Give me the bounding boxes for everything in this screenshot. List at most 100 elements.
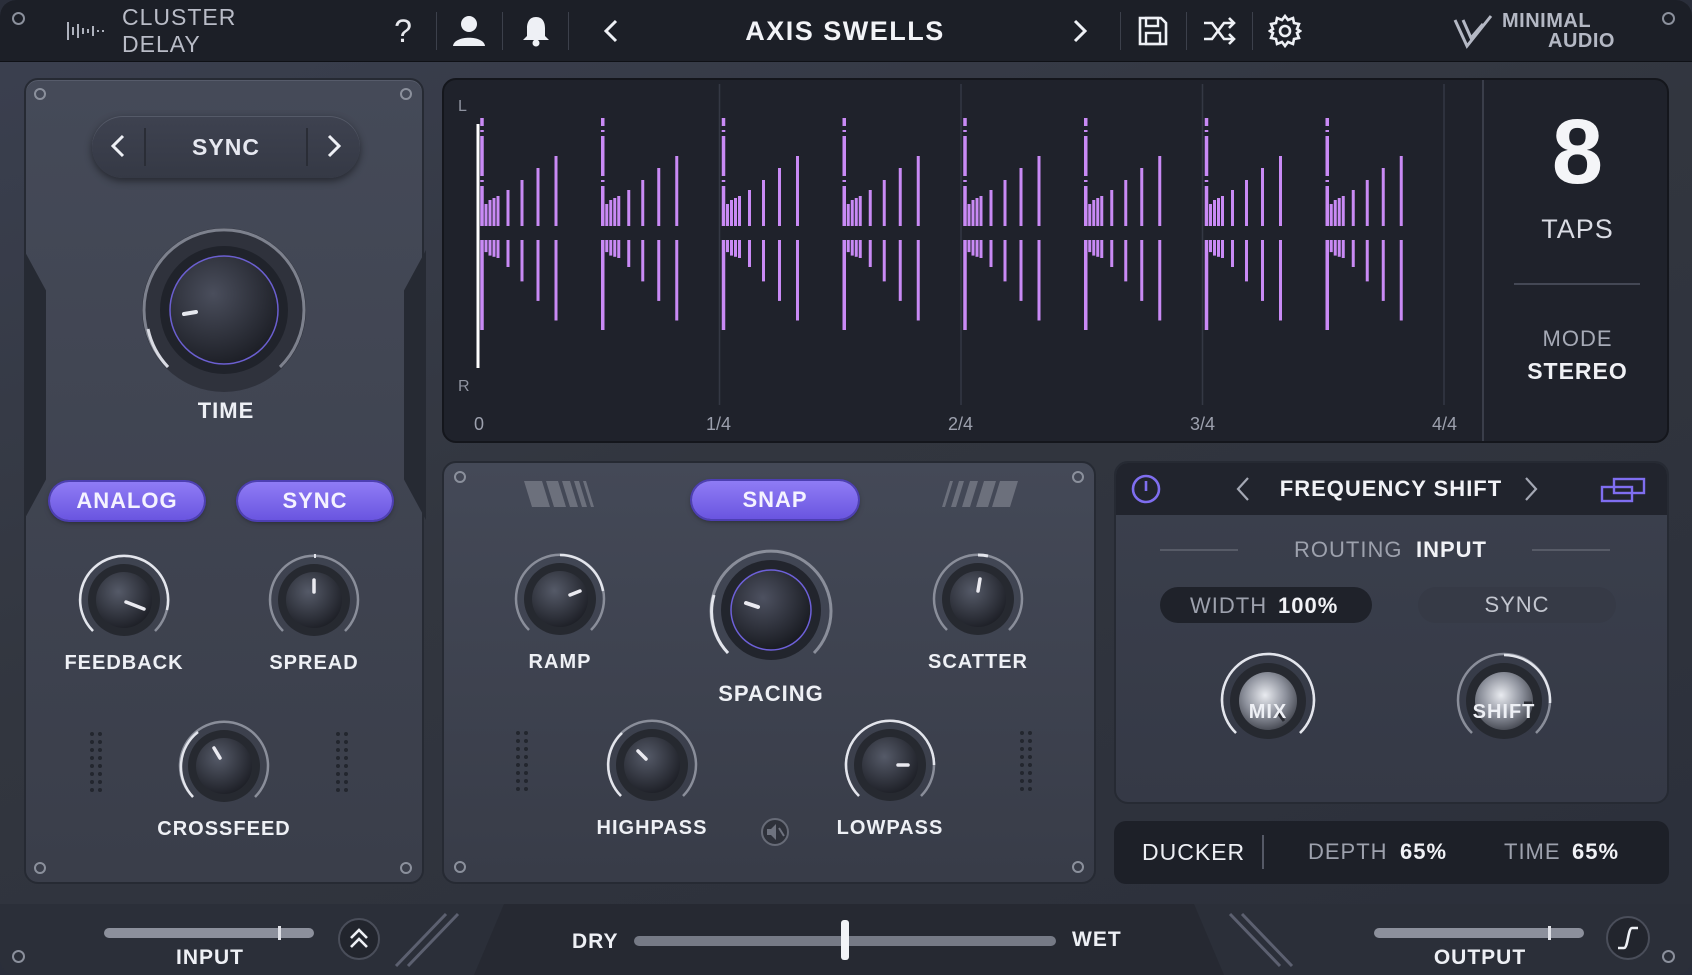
drag-grip[interactable]: [336, 732, 348, 792]
ducker-depth-value[interactable]: 65%: [1400, 839, 1447, 865]
lowpass-label: LOWPASS: [836, 817, 944, 839]
panel-screw: [400, 862, 412, 874]
width-control[interactable]: WIDTH 100%: [1160, 587, 1372, 623]
panel-screw: [454, 471, 466, 483]
drag-grip[interactable]: [516, 731, 528, 791]
time-label: TIME: [197, 398, 255, 423]
routing-label: ROUTING: [1294, 537, 1403, 562]
sync-button[interactable]: SYNC: [238, 482, 392, 520]
drag-grip[interactable]: [90, 732, 102, 792]
ramp-knob[interactable]: [512, 551, 608, 647]
toolbar-divider: [1120, 12, 1121, 50]
fx-sync-button[interactable]: SYNC: [1418, 587, 1616, 623]
curve-button[interactable]: [1606, 916, 1650, 960]
mode-next-icon[interactable]: [326, 132, 342, 165]
output-label: OUTPUT: [1433, 946, 1527, 969]
fx-name[interactable]: FREQUENCY SHIFT: [1256, 463, 1526, 515]
time-mode-selector[interactable]: SYNC: [92, 116, 360, 178]
ducker-label: DUCKER: [1142, 839, 1246, 865]
bottom-bar: INPUT DRY WET OUTPUT: [0, 904, 1692, 975]
ducker-depth-label: DEPTH: [1308, 839, 1388, 864]
display-divider: [1514, 283, 1640, 285]
brand-line-1: MINIMAL: [1502, 10, 1592, 32]
ducker-divider: [1262, 835, 1264, 869]
panel-screw: [1072, 861, 1084, 873]
input-meter-handle[interactable]: [278, 926, 281, 940]
spacing-knob[interactable]: [706, 545, 836, 675]
snap-button[interactable]: SNAP: [692, 481, 858, 519]
tap-display[interactable]: L R 0 1/4 2/4 3/4 4/4 8 TAPS MODE STEREO: [442, 78, 1669, 443]
corner-screw: [1662, 12, 1675, 25]
selector-divider: [306, 128, 308, 166]
grid-label-0: 0: [474, 414, 485, 434]
dry-label: DRY: [572, 930, 619, 953]
analog-button[interactable]: ANALOG: [50, 482, 204, 520]
crossfeed-label: CROSSFEED: [157, 818, 291, 840]
power-icon[interactable]: [1130, 473, 1162, 510]
save-icon[interactable]: [1134, 0, 1172, 62]
output-meter[interactable]: [1374, 926, 1584, 940]
user-icon[interactable]: [450, 0, 488, 62]
toolbar-divider: [1252, 12, 1253, 50]
scatter-knob[interactable]: [930, 551, 1026, 647]
help-icon[interactable]: ?: [388, 0, 418, 62]
grid-label-2-4: 2/4: [948, 414, 974, 434]
crossfeed-knob[interactable]: [176, 718, 272, 814]
corner-screw: [12, 12, 25, 25]
expand-button[interactable]: [338, 918, 380, 960]
shuffle-icon[interactable]: [1200, 0, 1240, 62]
output-meter-handle[interactable]: [1548, 926, 1551, 940]
highpass-knob[interactable]: [604, 717, 700, 813]
routing-value[interactable]: INPUT: [1416, 537, 1487, 563]
fx-next-icon[interactable]: [1524, 475, 1538, 508]
input-label: INPUT: [176, 946, 244, 969]
mode-value[interactable]: STEREO: [1484, 358, 1667, 385]
bottom-bar-slash-icon: [392, 910, 462, 975]
drag-grip[interactable]: [1020, 731, 1032, 791]
ducker-time-label: TIME: [1504, 839, 1561, 864]
ducker-strip[interactable]: DUCKER DEPTH 65% TIME 65%: [1114, 821, 1669, 884]
fx-prev-icon[interactable]: [1236, 475, 1250, 508]
preset-name[interactable]: AXIS SWELLS: [640, 0, 1050, 62]
ramp-increase-icon[interactable]: [942, 481, 1018, 512]
dry-wet-handle[interactable]: [841, 920, 849, 960]
routing-line: [1532, 549, 1610, 551]
feedback-label: FEEDBACK: [64, 652, 184, 674]
routing-line: [1160, 549, 1238, 551]
feedback-knob[interactable]: [76, 552, 172, 648]
panel-screw: [454, 861, 466, 873]
fx-panel: FREQUENCY SHIFT ROUTING INPUT WIDTH 100%…: [1114, 461, 1669, 804]
wet-label: WET: [1072, 928, 1122, 951]
settings-icon[interactable]: [1266, 0, 1304, 62]
panel-rail: [24, 250, 46, 520]
mix-label: MIX: [1248, 701, 1288, 723]
input-meter[interactable]: [104, 926, 314, 940]
plugin-name: CLUSTER DELAY: [122, 4, 237, 57]
ducker-time-value[interactable]: 65%: [1572, 839, 1619, 865]
top-bar: CLUSTER DELAY ? AXIS SWELLS MINIMAL AUDI…: [0, 0, 1692, 62]
time-knob[interactable]: [138, 224, 310, 396]
lowpass-knob[interactable]: [842, 717, 938, 813]
width-label: WIDTH: [1190, 593, 1268, 618]
fx-window-icon[interactable]: [1600, 477, 1648, 508]
bell-icon[interactable]: [518, 0, 554, 62]
spacing-label: SPACING: [718, 681, 824, 706]
width-value: 100%: [1278, 593, 1339, 618]
grid-label-1-4: 1/4: [706, 414, 732, 434]
time-panel: SYNC TIME ANALOG SYNC FEEDBACK SPREAD CR…: [24, 78, 426, 884]
spread-knob[interactable]: [266, 552, 362, 648]
panel-screw: [1072, 471, 1084, 483]
prev-preset-icon[interactable]: [596, 0, 626, 62]
taps-count[interactable]: 8: [1484, 102, 1667, 202]
panel-screw: [34, 88, 46, 100]
tap-visualizer: [476, 84, 1445, 405]
scatter-label: SCATTER: [928, 651, 1028, 673]
mode-prev-icon[interactable]: [110, 132, 126, 165]
mode-label: MODE: [1542, 326, 1613, 351]
panel-screw: [34, 862, 46, 874]
ramp-decrease-icon[interactable]: [524, 481, 600, 512]
filter-link-icon[interactable]: [760, 817, 790, 852]
next-preset-icon[interactable]: [1065, 0, 1095, 62]
shift-label: SHIFT: [1472, 701, 1536, 723]
taps-label: TAPS: [1541, 214, 1614, 244]
